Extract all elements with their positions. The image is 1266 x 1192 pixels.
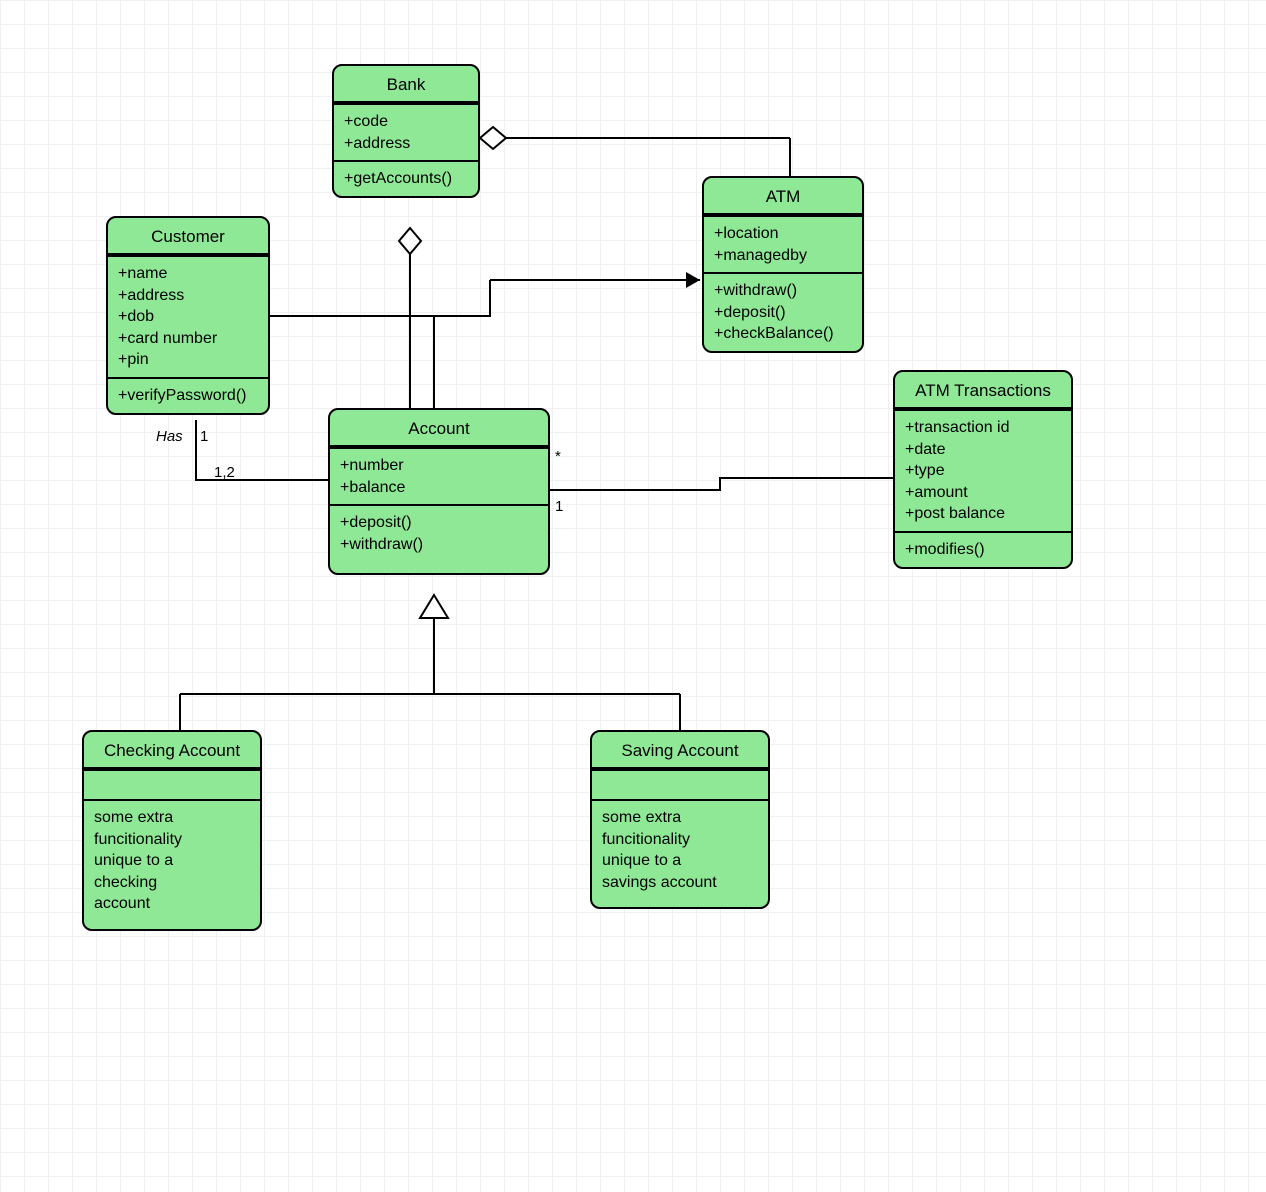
class-methods: +modifies() (895, 531, 1071, 567)
class-checking[interactable]: Checking Account some extrafuncitionalit… (82, 730, 262, 931)
class-title: Account (330, 410, 548, 447)
class-attrs: +number+balance (330, 447, 548, 504)
class-methods: some extrafuncitionalityunique to acheck… (84, 799, 260, 929)
class-methods: +deposit()+withdraw() (330, 504, 548, 573)
class-title: ATM (704, 178, 862, 215)
class-methods: some extrafuncitionalityunique to asavin… (592, 799, 768, 907)
class-attrs: +transaction id+date+type+amount+post ba… (895, 409, 1071, 531)
class-title: Saving Account (592, 732, 768, 769)
class-account[interactable]: Account +number+balance +deposit()+withd… (328, 408, 550, 575)
class-atm[interactable]: ATM +location+managedby +withdraw()+depo… (702, 176, 864, 353)
grid-background (0, 0, 1266, 1192)
class-attrs: +code+address (334, 103, 478, 160)
class-methods: +verifyPassword() (108, 377, 268, 413)
label-one-b: 1 (555, 498, 563, 515)
label-star: * (555, 448, 561, 465)
class-bank[interactable]: Bank +code+address +getAccounts() (332, 64, 480, 198)
class-attrs (84, 769, 260, 799)
class-methods: +getAccounts() (334, 160, 478, 196)
label-onetwo: 1,2 (214, 464, 235, 481)
class-title: Checking Account (84, 732, 260, 769)
class-methods: +withdraw()+deposit()+checkBalance() (704, 272, 862, 351)
class-customer[interactable]: Customer +name+address+dob+card number+p… (106, 216, 270, 415)
class-title: ATM Transactions (895, 372, 1071, 409)
class-attrs: +name+address+dob+card number+pin (108, 255, 268, 377)
class-title: Customer (108, 218, 268, 255)
class-saving[interactable]: Saving Account some extrafuncitionalityu… (590, 730, 770, 909)
class-attrs: +location+managedby (704, 215, 862, 272)
class-attrs (592, 769, 768, 799)
label-one: 1 (200, 428, 208, 445)
class-atmtransactions[interactable]: ATM Transactions +transaction id+date+ty… (893, 370, 1073, 569)
class-title: Bank (334, 66, 478, 103)
label-has: Has (156, 428, 183, 445)
